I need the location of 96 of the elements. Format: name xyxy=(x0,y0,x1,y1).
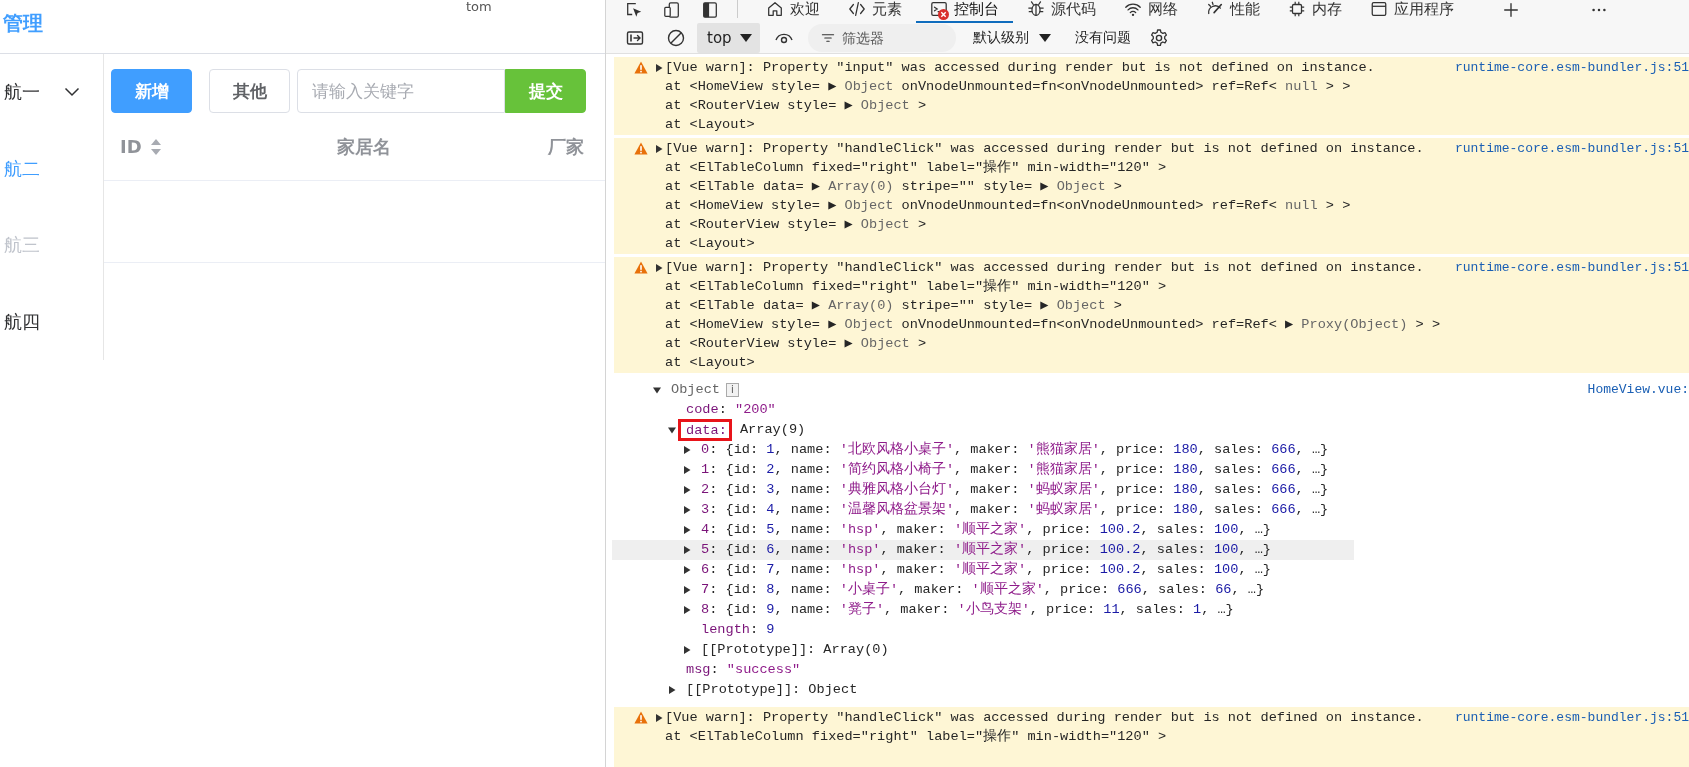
devtools-tab[interactable]: 性能 xyxy=(1192,0,1274,23)
console-text: at <ElTableColumn fixed="right" label="操作" min-width="120" > xyxy=(665,159,1167,177)
device-icon[interactable] xyxy=(663,1,681,19)
expand-arrow-icon[interactable] xyxy=(683,546,691,554)
sidebar-toggle-icon[interactable] xyxy=(625,28,645,48)
console-text: 4: {id: 5, name: 'hsp', maker: '顺平之家', price: 100.2, sales: 100, …} xyxy=(701,520,1272,539)
user-name[interactable]: tom xyxy=(466,0,492,13)
inspect-icon[interactable] xyxy=(625,1,643,19)
console-text: at <ElTable data= ▶ Array(0) stripe="" style= ▶ Object > xyxy=(665,297,1122,315)
console-text: [[Prototype]]: Array(0) xyxy=(701,641,889,659)
chip-icon xyxy=(1288,0,1306,18)
highlighted-key: data: xyxy=(678,419,732,441)
console-text: at <RouterView style= ▶ Object > xyxy=(665,335,927,353)
dropdown-arrow-icon xyxy=(739,34,752,42)
code-icon xyxy=(848,0,866,18)
console-text: 7: {id: 8, name: '小桌子', maker: '顺平之家', price: 666, sales: 66, …} xyxy=(701,580,1265,599)
console-text: at <RouterView style= ▶ Object > xyxy=(665,97,927,115)
console-text: at <ElTableColumn fixed="right" label="操作" min-width="120" > xyxy=(665,278,1167,296)
console-text: 3: {id: 4, name: '温馨风格盆景架', maker: '蚂蚁家居', price: 180, sales: 666, …} xyxy=(701,500,1329,519)
console-text: at <RouterView style= ▶ Object > xyxy=(665,216,927,234)
expand-arrow-icon[interactable] xyxy=(683,586,691,594)
console-text: at <Layout> xyxy=(665,235,755,253)
search-field[interactable]: 请输入关键字 xyxy=(297,69,505,113)
bug-icon xyxy=(1027,0,1045,18)
window-icon xyxy=(1370,0,1388,18)
warning-icon xyxy=(634,261,648,274)
expand-arrow-icon[interactable] xyxy=(683,606,691,614)
console-text: [Vue warn]: Property "handleClick" was accessed during render but is not defined on instance. xyxy=(665,259,1424,277)
console-text: at <HomeView style= ▶ Object onVnodeUnmounted=fn<onVnodeUnmounted> ref=Ref< null > > xyxy=(665,197,1351,215)
sidebar-item[interactable]: 航四 xyxy=(0,283,103,360)
console-text: at <HomeView style= ▶ Object onVnodeUnmounted=fn<onVnodeUnmounted> ref=Ref< ▶ Proxy(Object) > > xyxy=(665,316,1441,334)
source-link[interactable]: runtime-core.esm-bundler.js:51 xyxy=(1444,58,1689,77)
expand-arrow-icon[interactable] xyxy=(668,686,676,694)
other-button[interactable]: 其他 xyxy=(209,69,290,113)
console-text: 1: {id: 2, name: '简约风格小椅子', maker: '熊猫家居', price: 180, sales: 666, …} xyxy=(701,460,1329,479)
sidebar-item[interactable]: 航一 xyxy=(0,54,103,131)
devtools-tab[interactable]: 应用程序 xyxy=(1356,0,1468,23)
console-text: 0: {id: 1, name: '北欧风格小桌子', maker: '熊猫家居', price: 180, sales: 666, …} xyxy=(701,440,1329,459)
expand-arrow-icon[interactable] xyxy=(655,144,663,153)
console-text: at <ElTable data= ▶ Array(0) stripe="" style= ▶ Object > xyxy=(665,178,1122,196)
console-text: at <Layout> xyxy=(665,354,755,372)
console-text: msg: "success" xyxy=(686,661,801,679)
expand-arrow-icon[interactable] xyxy=(655,263,663,272)
expand-arrow-icon[interactable] xyxy=(655,713,663,722)
issues-button[interactable]: 没有问题 xyxy=(1074,29,1131,47)
clear-icon[interactable] xyxy=(666,28,686,48)
warning-icon xyxy=(634,61,648,74)
console-text: Object xyxy=(671,381,720,399)
wifi-icon xyxy=(1124,0,1142,18)
console-text: 5: {id: 6, name: 'hsp', maker: '顺平之家', price: 100.2, sales: 100, …} xyxy=(701,540,1272,559)
console-text: at <ElTableColumn fixed="right" label="操作" min-width="120" > xyxy=(665,728,1167,746)
console-text: at <HomeView style= ▶ Object onVnodeUnmounted=fn<onVnodeUnmounted> ref=Ref< null > > xyxy=(665,78,1351,96)
context-dropdown[interactable]: top xyxy=(697,23,760,53)
devtools-tab[interactable]: 源代码 xyxy=(1013,0,1110,23)
expand-arrow-icon[interactable] xyxy=(683,506,691,514)
settings-icon[interactable] xyxy=(1148,28,1169,48)
console-icon xyxy=(930,0,948,18)
warning-icon xyxy=(634,711,648,724)
source-link[interactable]: runtime-core.esm-bundler.js:51 xyxy=(1444,139,1689,158)
expand-arrow-icon[interactable] xyxy=(668,426,676,434)
expand-arrow-icon[interactable] xyxy=(683,526,691,534)
dropdown-arrow-icon xyxy=(1038,34,1051,42)
source-link[interactable]: runtime-core.esm-bundler.js:51 xyxy=(1444,258,1689,277)
devtools-tab[interactable]: 网络 xyxy=(1110,0,1192,23)
console-text: 2: {id: 3, name: '典雅风格小台灯', maker: '蚂蚁家居', price: 180, sales: 666, …} xyxy=(701,480,1329,499)
console-text: [Vue warn]: Property "handleClick" was accessed during render but is not defined on instance. xyxy=(665,709,1424,727)
console-text: [[Prototype]]: Object xyxy=(686,681,858,699)
console-text: [Vue warn]: Property "input" was accessed during render but is not defined on instance. xyxy=(665,59,1375,77)
console-text: [Vue warn]: Property "handleClick" was accessed during render but is not defined on instance. xyxy=(665,140,1424,158)
console-text: Array(9) xyxy=(738,421,806,439)
home-icon xyxy=(766,0,784,18)
console-text: code: "200" xyxy=(686,401,776,419)
expand-arrow-icon[interactable] xyxy=(683,486,691,494)
source-link[interactable]: HomeView.vue: xyxy=(1577,380,1689,400)
level-dropdown[interactable]: 默认级别 xyxy=(972,29,1051,47)
console-text: 6: {id: 7, name: 'hsp', maker: '顺平之家', price: 100.2, sales: 100, …} xyxy=(701,560,1272,579)
plus-icon[interactable] xyxy=(1502,1,1520,19)
devtools-tab[interactable]: 欢迎 xyxy=(752,0,834,23)
warning-icon xyxy=(634,142,648,155)
devtools-tab[interactable]: 元素 xyxy=(834,0,916,23)
expand-arrow-icon[interactable] xyxy=(655,63,663,72)
filter-field[interactable]: 筛选器 xyxy=(807,24,956,52)
source-link[interactable]: runtime-core.esm-bundler.js:51 xyxy=(1444,708,1689,727)
expand-arrow-icon[interactable] xyxy=(683,566,691,574)
expand-arrow-icon[interactable] xyxy=(683,446,691,454)
console-text: length: 9 xyxy=(701,621,775,639)
expand-arrow-icon[interactable] xyxy=(653,386,661,394)
chevron-icon[interactable] xyxy=(64,87,80,98)
console-text: 8: {id: 9, name: '凳子', maker: '小鸟支架', price: 11, sales: 1, …} xyxy=(701,600,1234,619)
panel-icon[interactable] xyxy=(701,1,719,19)
expand-arrow-icon[interactable] xyxy=(683,466,691,474)
expand-arrow-icon[interactable] xyxy=(683,646,691,654)
app-title: 管理 xyxy=(3,10,43,37)
info-badge[interactable]: i xyxy=(725,383,739,397)
devtools-tab[interactable]: 内存 xyxy=(1274,0,1356,23)
console-text: at <Layout> xyxy=(665,116,755,134)
